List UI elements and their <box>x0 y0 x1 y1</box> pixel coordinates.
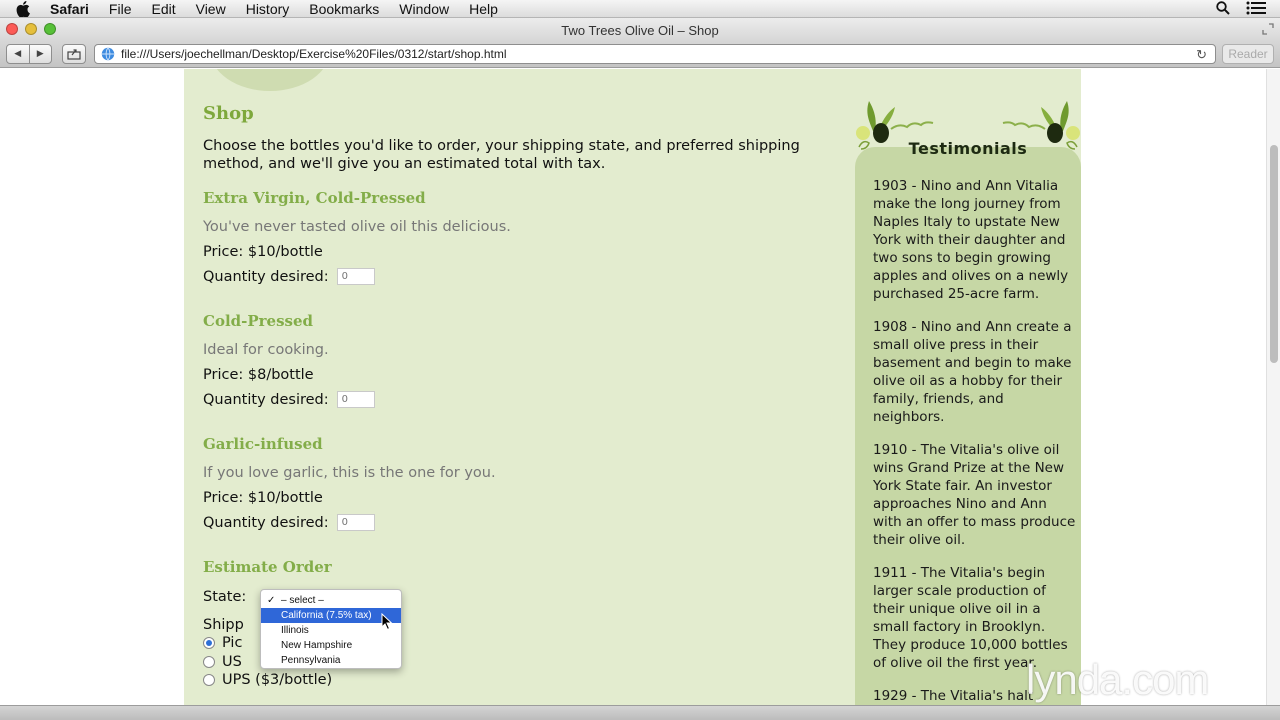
radio-button[interactable] <box>203 656 215 668</box>
qty-label: Quantity desired: <box>203 514 329 531</box>
shipping-option-label: UPS ($3/bottle) <box>222 672 333 688</box>
product-price-garlic: Price: $10/bottle <box>203 490 323 506</box>
page-container: Shop Choose the bottles you'd like to or… <box>184 69 1081 705</box>
shipping-label: Shipp <box>203 617 244 633</box>
state-label: State: <box>203 589 247 605</box>
testimonial-entry: 1903 - Nino and Ann Vitalia make the lon… <box>873 178 1069 302</box>
zoom-window-button[interactable] <box>44 23 56 35</box>
forward-button[interactable]: ▶ <box>30 45 52 63</box>
window-title-bar: Two Trees Olive Oil – Shop <box>0 18 1280 42</box>
nav-buttons: ◀ ▶ <box>6 44 52 64</box>
lynda-watermark: lynda.com <box>1026 656 1209 703</box>
globe-icon <box>101 47 115 61</box>
qty-label: Quantity desired: <box>203 391 329 408</box>
back-button[interactable]: ◀ <box>7 45 30 63</box>
product-desc-garlic: If you love garlic, this is the one for … <box>203 465 496 481</box>
header-decoration <box>210 69 330 91</box>
state-option-california[interactable]: California (7.5% tax) <box>261 608 401 623</box>
fullscreen-icon[interactable] <box>1262 23 1274 35</box>
web-viewport: Shop Choose the bottles you'd like to or… <box>0 69 1280 705</box>
menu-help[interactable]: Help <box>469 1 498 17</box>
share-icon <box>67 49 81 60</box>
url-text: file:///Users/joechellman/Desktop/Exerci… <box>121 47 507 61</box>
menu-app-safari[interactable]: Safari <box>50 1 89 17</box>
checkmark-icon: ✓ <box>267 595 276 606</box>
estimate-order-heading: Estimate Order <box>203 558 332 576</box>
vertical-scrollbar[interactable] <box>1266 69 1280 705</box>
menu-history[interactable]: History <box>246 1 290 17</box>
apple-icon[interactable] <box>16 0 36 17</box>
reload-icon[interactable]: ↻ <box>1196 47 1207 63</box>
qty-input-extra-virgin[interactable] <box>336 268 375 285</box>
menu-window[interactable]: Window <box>399 1 449 17</box>
window-controls <box>6 23 56 35</box>
testimonials-title: Testimonials <box>908 139 1028 158</box>
product-title-cold-pressed: Cold-Pressed <box>203 312 314 330</box>
product-desc-cold-pressed: Ideal for cooking. <box>203 342 329 358</box>
reader-button[interactable]: Reader <box>1222 44 1274 64</box>
qty-input-garlic[interactable] <box>336 514 375 531</box>
qty-row-extra-virgin: Quantity desired: <box>203 268 375 285</box>
state-option-select[interactable]: ✓ – select – <box>261 593 401 608</box>
spotlight-search-icon[interactable] <box>1216 1 1230 18</box>
qty-row-cold-pressed: Quantity desired: <box>203 391 375 408</box>
menu-bookmarks[interactable]: Bookmarks <box>309 1 379 17</box>
qty-row-garlic: Quantity desired: <box>203 514 375 531</box>
close-window-button[interactable] <box>6 23 18 35</box>
forward-arrow-icon: ▶ <box>36 49 44 59</box>
scrollbar-thumb[interactable] <box>1270 145 1278 363</box>
back-arrow-icon: ◀ <box>14 49 22 59</box>
shipping-option-label: Pic <box>222 635 243 651</box>
product-price-extra-virgin: Price: $10/bottle <box>203 244 323 260</box>
testimonial-entry: 1908 - Nino and Ann create a small olive… <box>873 319 1072 425</box>
window-bottom-bar <box>0 705 1280 720</box>
share-button[interactable] <box>62 44 86 64</box>
shop-heading: Shop <box>203 103 254 124</box>
radio-button[interactable] <box>203 674 215 686</box>
state-option-new-hampshire[interactable]: New Hampshire <box>261 638 401 653</box>
shop-intro: Choose the bottles you'd like to order, … <box>203 138 800 172</box>
menu-edit[interactable]: Edit <box>151 1 175 17</box>
shipping-option-usps[interactable]: US <box>203 654 242 670</box>
menu-view[interactable]: View <box>196 1 226 17</box>
product-desc-extra-virgin: You've never tasted olive oil this delic… <box>203 219 511 235</box>
qty-input-cold-pressed[interactable] <box>336 391 375 408</box>
product-title-extra-virgin: Extra Virgin, Cold-Pressed <box>203 189 426 207</box>
browser-toolbar: ◀ ▶ file:///Users/joechellman/Desktop/Ex… <box>0 42 1280 68</box>
product-title-garlic: Garlic-infused <box>203 435 323 453</box>
window-title: Two Trees Olive Oil – Shop <box>561 22 719 38</box>
state-option-pennsylvania[interactable]: Pennsylvania <box>261 653 401 668</box>
notification-list-icon[interactable] <box>1246 1 1266 18</box>
shipping-option-label: US <box>222 654 242 670</box>
product-price-cold-pressed: Price: $8/bottle <box>203 367 314 383</box>
shipping-option-pickup[interactable]: Pic <box>203 635 242 651</box>
radio-button[interactable] <box>203 637 215 649</box>
qty-label: Quantity desired: <box>203 268 329 285</box>
menu-file[interactable]: File <box>109 1 132 17</box>
testimonials-list: 1903 - Nino and Ann Vitalia make the lon… <box>873 177 1078 705</box>
shipping-option-ups[interactable]: UPS ($3/bottle) <box>203 672 332 688</box>
state-option-illinois[interactable]: Illinois <box>261 623 401 638</box>
address-bar[interactable]: file:///Users/joechellman/Desktop/Exerci… <box>94 44 1216 64</box>
testimonials-sidebar: Testimonials 1903 - Nino and Ann Vitalia… <box>855 69 1081 705</box>
minimize-window-button[interactable] <box>25 23 37 35</box>
mouse-pointer-icon <box>381 612 393 635</box>
testimonial-entry: 1910 - The Vitalia's olive oil wins Gran… <box>873 442 1076 548</box>
menu-bar: Safari File Edit View History Bookmarks … <box>0 0 1280 18</box>
